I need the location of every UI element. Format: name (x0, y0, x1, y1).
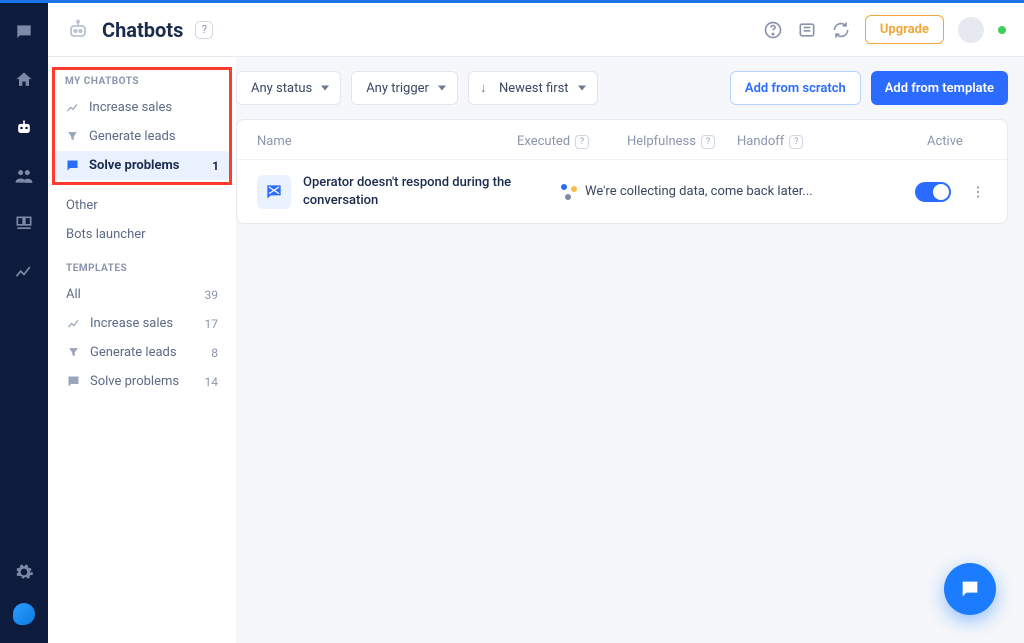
topbar: Chatbots ? Upgrade (48, 3, 1024, 57)
my-chatbots-header: MY CHATBOTS (55, 72, 229, 93)
toolbar: Any status Any trigger Newest first Add … (236, 71, 1008, 105)
sidebar-item-count: 1 (212, 159, 219, 173)
sidebar-template-increase-sales[interactable]: Increase sales 17 (56, 309, 228, 338)
sidebar-item-count: 39 (205, 288, 219, 302)
sidebar-item-label: Generate leads (89, 129, 176, 144)
sidebar-item-label: Increase sales (90, 316, 173, 331)
sidebar-item-count: 14 (205, 375, 219, 389)
brand-logo-icon[interactable] (13, 603, 35, 625)
main-area: Any status Any trigger Newest first Add … (236, 57, 1008, 643)
trigger-filter-dropdown[interactable]: Any trigger (351, 71, 458, 105)
sidebar-item-label: Solve problems (90, 374, 179, 389)
col-executed: Executed? (517, 134, 627, 149)
sidebar-item-count: 17 (205, 317, 219, 331)
col-name: Name (257, 134, 517, 149)
help-icon[interactable]: ? (575, 135, 589, 149)
templates-header: TEMPLATES (56, 249, 228, 280)
row-menu-icon[interactable] (969, 184, 987, 200)
sidebar-item-label: All (66, 287, 81, 302)
my-chatbots-section: MY CHATBOTS Increase sales Generate lead… (52, 67, 232, 185)
sidebar-item-label: Generate leads (90, 345, 177, 360)
sidebar-item-label: Other (66, 198, 98, 213)
status-filter-dropdown[interactable]: Any status (236, 71, 341, 105)
chatbots-icon[interactable] (13, 117, 35, 139)
analytics-icon[interactable] (13, 261, 35, 283)
help-icon[interactable]: ? (701, 135, 715, 149)
sidebar-item-count: 8 (211, 346, 218, 360)
table-header: Name Executed? Helpfulness? Handoff? Act… (237, 120, 1007, 160)
chart-up-icon (66, 316, 81, 331)
apps-icon[interactable] (13, 213, 35, 235)
col-handoff: Handoff? (737, 134, 837, 149)
sidebar-item-label: Solve problems (89, 158, 179, 173)
home-icon[interactable] (13, 69, 35, 91)
sidebar-item-generate-leads[interactable]: Generate leads (55, 122, 229, 151)
title-help-icon[interactable]: ? (195, 21, 213, 39)
refresh-icon[interactable] (831, 20, 851, 40)
collecting-data-notice: We're collecting data, come back later..… (561, 184, 813, 200)
col-helpfulness: Helpfulness? (627, 134, 737, 149)
avatar[interactable] (958, 17, 984, 43)
bot-logo-icon (66, 18, 90, 42)
help-circle-icon[interactable] (763, 20, 783, 40)
sidebar-item-bots-launcher[interactable]: Bots launcher (56, 220, 228, 249)
chat-help-icon (66, 374, 81, 389)
sparkle-icon (561, 184, 577, 200)
active-toggle[interactable] (915, 182, 951, 202)
sidebar-item-label: Bots launcher (66, 227, 146, 242)
chat-help-icon (65, 158, 80, 173)
sidebar-item-other[interactable]: Other (56, 191, 228, 220)
online-status-icon (998, 26, 1006, 34)
funnel-icon (65, 129, 80, 144)
sidebar-template-generate-leads[interactable]: Generate leads 8 (56, 338, 228, 367)
newspaper-icon[interactable] (797, 20, 817, 40)
sidebar-item-increase-sales[interactable]: Increase sales (55, 93, 229, 122)
sidebar-item-label: Increase sales (89, 100, 172, 115)
upgrade-button[interactable]: Upgrade (865, 15, 944, 44)
page-title: Chatbots (102, 18, 183, 42)
chat-fab[interactable] (944, 563, 996, 615)
bot-name: Operator doesn't respond during the conv… (303, 174, 513, 209)
add-from-scratch-button[interactable]: Add from scratch (730, 71, 861, 105)
nav-rail (0, 3, 48, 643)
chart-up-icon (65, 100, 80, 115)
sidebar: MY CHATBOTS Increase sales Generate lead… (48, 57, 236, 643)
bots-table: Name Executed? Helpfulness? Handoff? Act… (236, 119, 1008, 224)
bot-chat-icon (257, 175, 291, 209)
people-icon[interactable] (13, 165, 35, 187)
chat-icon[interactable] (13, 21, 35, 43)
sidebar-template-solve-problems[interactable]: Solve problems 14 (56, 367, 228, 396)
funnel-icon (66, 345, 81, 360)
sort-dropdown[interactable]: Newest first (468, 71, 598, 105)
help-icon[interactable]: ? (789, 135, 803, 149)
sidebar-item-solve-problems[interactable]: Solve problems 1 (55, 151, 229, 180)
settings-icon[interactable] (13, 561, 35, 583)
sidebar-template-all[interactable]: All 39 (56, 280, 228, 309)
add-from-template-button[interactable]: Add from template (871, 71, 1008, 105)
table-row[interactable]: Operator doesn't respond during the conv… (237, 160, 1007, 223)
col-active: Active (927, 134, 987, 149)
